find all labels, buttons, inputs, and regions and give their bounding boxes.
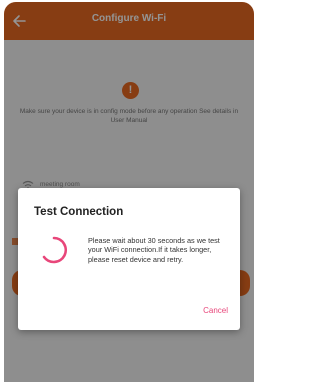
dialog-message: Please wait about 30 seconds as we test … (88, 236, 220, 264)
dialog-title: Test Connection (34, 206, 124, 218)
cancel-button[interactable]: Cancel (203, 306, 228, 315)
test-connection-dialog: Test Connection Please wait about 30 sec… (18, 188, 240, 330)
loading-spinner-icon (42, 236, 67, 264)
